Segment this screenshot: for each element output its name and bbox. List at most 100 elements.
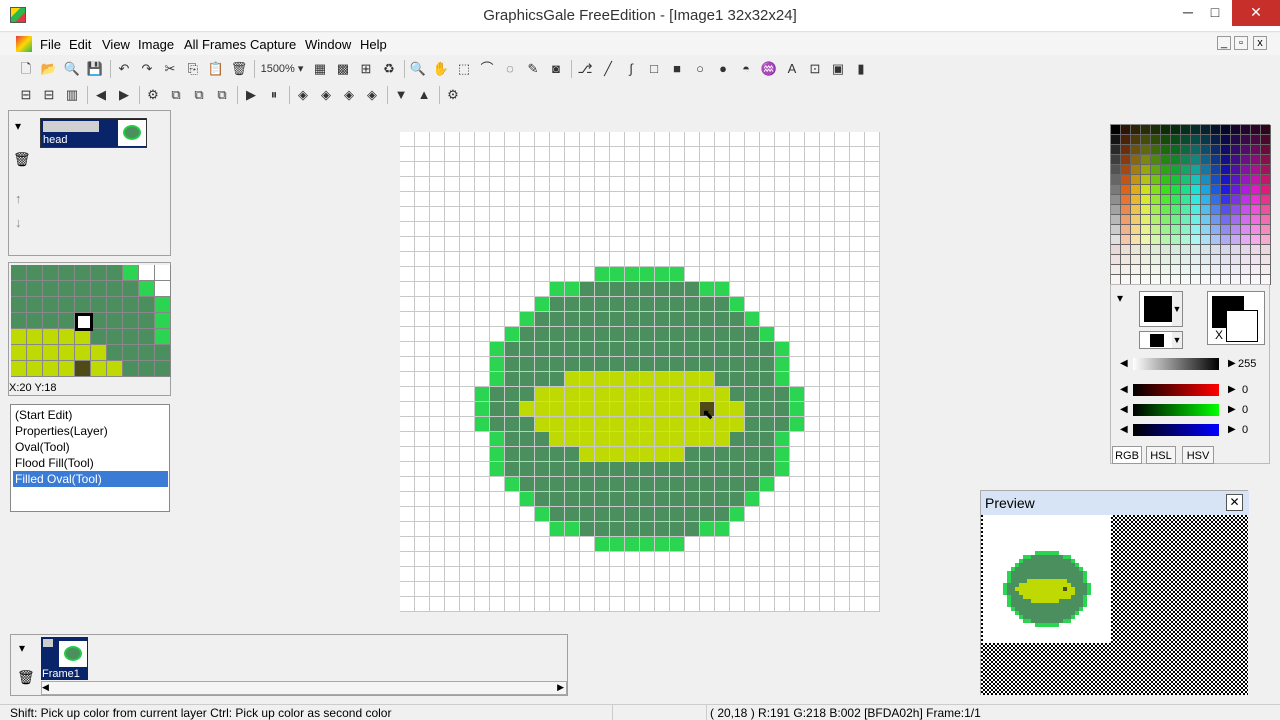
pixel-cell[interactable] — [835, 507, 850, 522]
pixel-cell[interactable] — [775, 387, 790, 402]
menu-capture[interactable]: Capture — [250, 37, 296, 52]
pixel-cell[interactable] — [610, 522, 625, 537]
move-up-icon[interactable]: ▲ — [414, 85, 434, 105]
pixel-cell[interactable] — [475, 582, 490, 597]
pixel-cell[interactable] — [835, 282, 850, 297]
pixel-cell[interactable] — [550, 432, 565, 447]
palette-swatch[interactable] — [1261, 165, 1271, 175]
pixel-cell[interactable] — [820, 387, 835, 402]
pixel-cell[interactable] — [835, 147, 850, 162]
pixel-cell[interactable] — [715, 372, 730, 387]
next-frame-icon[interactable]: ▶ — [114, 85, 134, 105]
pixel-cell[interactable] — [535, 132, 550, 147]
pixel-cell[interactable] — [550, 567, 565, 582]
pixel-cell[interactable] — [475, 162, 490, 177]
pixel-cell[interactable] — [655, 507, 670, 522]
pixel-cell[interactable] — [655, 537, 670, 552]
pixel-cell[interactable] — [760, 507, 775, 522]
pixel-cell[interactable] — [430, 357, 445, 372]
pixel-cell[interactable] — [475, 327, 490, 342]
pixel-cell[interactable] — [790, 447, 805, 462]
palette-swatch[interactable] — [1211, 225, 1221, 235]
pixel-cell[interactable] — [640, 192, 655, 207]
pixel-cell[interactable] — [580, 342, 595, 357]
pixel-cell[interactable] — [400, 492, 415, 507]
pixel-cell[interactable] — [850, 207, 865, 222]
pixel-cell[interactable] — [430, 177, 445, 192]
pixel-cell[interactable] — [595, 552, 610, 567]
pixel-cell[interactable] — [520, 267, 535, 282]
pixel-cell[interactable] — [790, 327, 805, 342]
text-icon[interactable]: A — [782, 59, 802, 79]
pixel-cell[interactable] — [520, 132, 535, 147]
pixel-cell[interactable] — [730, 237, 745, 252]
pixel-cell[interactable] — [655, 462, 670, 477]
pixel-canvas[interactable] — [400, 132, 880, 612]
pixel-cell[interactable] — [595, 342, 610, 357]
palette-swatch[interactable] — [1231, 135, 1241, 145]
pixel-cell[interactable] — [715, 192, 730, 207]
palette-swatch[interactable] — [1141, 265, 1151, 275]
pixel-cell[interactable] — [835, 327, 850, 342]
pixel-cell[interactable] — [775, 342, 790, 357]
pixel-cell[interactable] — [775, 432, 790, 447]
pixel-cell[interactable] — [820, 567, 835, 582]
pixel-cell[interactable] — [790, 177, 805, 192]
pixel-cell[interactable] — [595, 222, 610, 237]
pixel-cell[interactable] — [580, 432, 595, 447]
pixel-cell[interactable] — [610, 552, 625, 567]
pixel-cell[interactable] — [520, 387, 535, 402]
palette-swatch[interactable] — [1261, 195, 1271, 205]
pixel-cell[interactable] — [700, 222, 715, 237]
palette-swatch[interactable] — [1211, 205, 1221, 215]
pixel-cell[interactable] — [610, 327, 625, 342]
pixel-cell[interactable] — [415, 447, 430, 462]
palette-swatch[interactable] — [1121, 185, 1131, 195]
pixel-cell[interactable] — [475, 282, 490, 297]
pixel-cell[interactable] — [760, 387, 775, 402]
pixel-cell[interactable] — [415, 252, 430, 267]
pixel-cell[interactable] — [535, 177, 550, 192]
pixel-cell[interactable] — [820, 372, 835, 387]
palette-swatch[interactable] — [1211, 165, 1221, 175]
magic-select-icon[interactable]: ◌ — [500, 59, 520, 79]
pixel-cell[interactable] — [850, 447, 865, 462]
pixel-cell[interactable] — [595, 582, 610, 597]
pixel-cell[interactable] — [790, 207, 805, 222]
palette-swatch[interactable] — [1221, 175, 1231, 185]
pixel-cell[interactable] — [790, 297, 805, 312]
pixel-cell[interactable] — [700, 342, 715, 357]
pixel-cell[interactable] — [505, 192, 520, 207]
palette-swatch[interactable] — [1191, 135, 1201, 145]
palette-swatch[interactable] — [1201, 225, 1211, 235]
pixel-cell[interactable] — [850, 312, 865, 327]
green-right-arrow-icon[interactable]: ▶ — [1228, 404, 1236, 415]
palette-swatch[interactable] — [1261, 175, 1271, 185]
pixel-cell[interactable] — [580, 177, 595, 192]
pixel-cell[interactable] — [655, 372, 670, 387]
pixel-cell[interactable] — [730, 357, 745, 372]
pixel-cell[interactable] — [550, 402, 565, 417]
pixel-cell[interactable] — [625, 522, 640, 537]
pixel-cell[interactable] — [550, 252, 565, 267]
pixel-cell[interactable] — [700, 387, 715, 402]
pixel-cell[interactable] — [715, 207, 730, 222]
palette-swatch[interactable] — [1171, 225, 1181, 235]
pixel-cell[interactable] — [625, 492, 640, 507]
pixel-cell[interactable] — [550, 477, 565, 492]
pixel-cell[interactable] — [730, 222, 745, 237]
palette-swatch[interactable] — [1201, 235, 1211, 245]
palette-swatch[interactable] — [1131, 175, 1141, 185]
pixel-cell[interactable] — [850, 177, 865, 192]
palette-swatch[interactable] — [1111, 185, 1121, 195]
pixel-cell[interactable] — [775, 327, 790, 342]
pixel-cell[interactable] — [655, 567, 670, 582]
pixel-cell[interactable] — [760, 402, 775, 417]
pixel-cell[interactable] — [745, 267, 760, 282]
pixel-cell[interactable] — [430, 327, 445, 342]
pixel-cell[interactable] — [820, 477, 835, 492]
pixel-cell[interactable] — [475, 417, 490, 432]
pixel-cell[interactable] — [505, 342, 520, 357]
pixel-cell[interactable] — [655, 522, 670, 537]
pixel-cell[interactable] — [610, 447, 625, 462]
